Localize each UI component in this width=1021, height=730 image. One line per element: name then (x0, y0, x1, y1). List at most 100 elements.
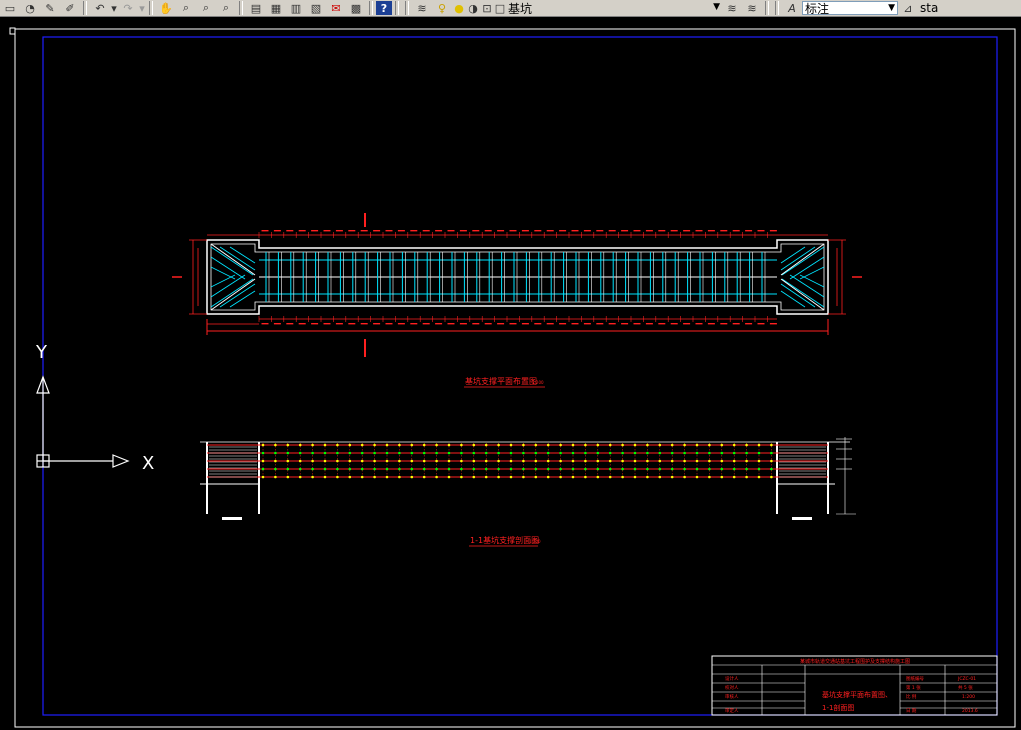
grid-node (695, 451, 699, 455)
undo-icon[interactable]: ↶ (90, 0, 110, 16)
dimension-text-mark (497, 230, 505, 232)
dimension-text-mark (472, 323, 480, 325)
grid-node (398, 467, 401, 471)
make-object-layer-current-icon[interactable]: ≋ (722, 0, 742, 16)
grid-node (348, 451, 352, 455)
pan-icon[interactable]: ✋ (156, 0, 176, 16)
zoom-window-icon[interactable]: ⌕ (196, 0, 216, 16)
grid-node (720, 475, 724, 479)
dim-style-name: 标注 (805, 1, 830, 16)
text-style-icon[interactable]: A (782, 0, 802, 16)
redo-icon[interactable]: ↷ (118, 0, 138, 16)
grid-node (323, 451, 327, 455)
grid-node (261, 475, 265, 479)
foundation-mark-left (222, 517, 242, 520)
dim-style-combo[interactable]: 标注 ▼ (802, 1, 898, 16)
match-properties-icon[interactable]: ✐ (60, 0, 80, 16)
grid-node (522, 443, 525, 447)
grid-node (633, 475, 637, 479)
dimension-text-mark (670, 323, 678, 325)
grid-node (286, 443, 290, 447)
grid-node (683, 451, 686, 455)
layer-name: 基坑 (508, 1, 533, 16)
grid-node (460, 443, 463, 447)
grid-node (298, 459, 302, 463)
drawing-no-value: JCZC-01 (957, 676, 976, 682)
dimension-text-mark (422, 323, 430, 325)
grid-node (633, 467, 637, 471)
chevron-down-icon[interactable]: ▼ (888, 2, 895, 15)
toolbar-separator (369, 1, 373, 15)
open-file-icon[interactable]: ◔ (20, 0, 40, 16)
dimension-text-mark (559, 323, 567, 325)
zoom-previous-icon[interactable]: ⌕ (216, 0, 236, 16)
dimension-text-mark (348, 230, 356, 232)
pencil-icon[interactable]: ✎ (40, 0, 60, 16)
help-icon[interactable]: ? (376, 1, 392, 15)
grid-node (658, 443, 662, 447)
zoom-realtime-icon[interactable]: ⌕ (176, 0, 196, 16)
design-label: 设计人 (725, 675, 739, 682)
date-value: 2013.6 (962, 708, 978, 714)
layer-manager-icon[interactable]: ≋ (412, 0, 432, 16)
grid-node (509, 459, 513, 463)
grid-node (385, 451, 389, 455)
grid-node (534, 459, 538, 463)
drawing-canvas[interactable]: Y X 基坑支撑平面布置图 1:200 1-1基坑支撑剖面图 1:200 某城市… (0, 17, 1021, 730)
grid-node (373, 451, 376, 455)
sheet-set-icon[interactable]: ▧ (306, 0, 326, 16)
grid-node (484, 475, 488, 479)
table-style-combo[interactable]: sta (918, 1, 948, 15)
layer-combo[interactable]: 基坑 ▼ (506, 1, 722, 16)
grid-node (286, 459, 290, 463)
grid-node (422, 467, 426, 471)
properties-icon[interactable]: ▤ (246, 0, 266, 16)
grid-node (646, 459, 649, 463)
dimension-text-mark (621, 230, 629, 232)
grid-node (534, 443, 538, 447)
dimension-text-mark (397, 323, 405, 325)
new-file-icon[interactable]: ▭ (0, 0, 20, 16)
markup-icon[interactable]: ✉ (326, 0, 346, 16)
grid-node (472, 475, 476, 479)
grid-node (708, 451, 711, 455)
undo-dropdown-icon[interactable]: ▾ (110, 0, 118, 16)
grid-node (534, 475, 538, 479)
grid-node (497, 451, 500, 455)
grid-node (447, 459, 451, 463)
grid-node (323, 459, 327, 463)
dimension-text-mark (521, 230, 529, 232)
grid-node (621, 467, 624, 471)
grid-node (460, 467, 463, 471)
dimension-text-mark (583, 230, 591, 232)
redo-dropdown-icon[interactable]: ▾ (138, 0, 146, 16)
dimension-text-mark (683, 230, 691, 232)
grid-node (398, 475, 401, 479)
grid-node (422, 459, 426, 463)
grid-node (336, 443, 339, 447)
grid-node (559, 459, 562, 463)
dimension-text-mark (273, 230, 281, 232)
grid-node (571, 451, 575, 455)
dimension-text-mark (720, 323, 728, 325)
dimension-text-mark (683, 323, 691, 325)
grid-node (509, 467, 513, 471)
dimension-text-mark (707, 230, 715, 232)
grid-node (311, 475, 314, 479)
toolbar-separator (765, 1, 769, 15)
grid-node (732, 451, 736, 455)
tool-palettes-icon[interactable]: ▥ (286, 0, 306, 16)
dimension-text-mark (546, 323, 554, 325)
design-center-icon[interactable]: ▦ (266, 0, 286, 16)
layer-previous-icon[interactable]: ≋ (742, 0, 762, 16)
grid-node (360, 451, 364, 455)
calculator-icon[interactable]: ▩ (346, 0, 366, 16)
dimension-text-mark (323, 230, 331, 232)
grid-node (261, 467, 265, 471)
dimension-text-mark (397, 230, 405, 232)
dimension-text-mark (658, 323, 666, 325)
chevron-down-icon[interactable]: ▼ (713, 1, 720, 14)
grid-node (398, 443, 401, 447)
dimension-style-icon[interactable]: ⊿ (898, 0, 918, 16)
sheet-total-label: 共 5 张 (958, 684, 973, 691)
